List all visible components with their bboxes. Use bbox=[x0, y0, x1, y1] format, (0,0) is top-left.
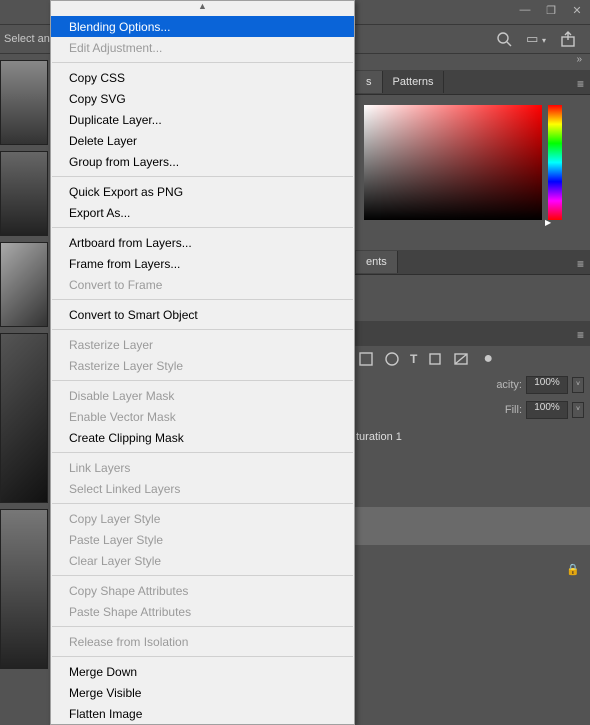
menu-item: Paste Layer Style bbox=[51, 529, 354, 550]
window-controls: — ❐ ✕ bbox=[512, 0, 590, 20]
workspace-switcher-icon[interactable]: ▭ ▾ bbox=[526, 31, 546, 47]
close-button[interactable]: ✕ bbox=[564, 0, 590, 20]
document-thumbnails bbox=[0, 60, 50, 675]
panel-menu-icon[interactable]: ≡ bbox=[577, 328, 584, 342]
options-right-icons: ▭ ▾ bbox=[496, 31, 586, 47]
thumbnail[interactable] bbox=[0, 509, 48, 669]
menu-item: Paste Shape Attributes bbox=[51, 601, 354, 622]
menu-item: Rasterize Layer bbox=[51, 334, 354, 355]
search-icon[interactable] bbox=[496, 31, 512, 47]
layer-filter-row: T ● bbox=[354, 346, 590, 372]
thumbnail[interactable] bbox=[0, 333, 48, 503]
menu-separator bbox=[52, 452, 353, 453]
select-label: Select and bbox=[4, 33, 56, 45]
layer-item[interactable] bbox=[354, 507, 590, 545]
menu-separator bbox=[52, 299, 353, 300]
fill-input[interactable]: 100% bbox=[526, 401, 568, 419]
filter-toggle-icon[interactable]: ● bbox=[483, 350, 493, 368]
fill-dropdown-icon[interactable]: ˅ bbox=[572, 402, 584, 418]
adjustments-body bbox=[354, 275, 590, 305]
menu-item: Copy Layer Style bbox=[51, 508, 354, 529]
menu-item[interactable]: Delete Layer bbox=[51, 130, 354, 151]
menu-item[interactable]: Quick Export as PNG bbox=[51, 181, 354, 202]
maximize-button[interactable]: ❐ bbox=[538, 0, 564, 20]
menu-separator bbox=[52, 656, 353, 657]
menu-separator bbox=[52, 329, 353, 330]
opacity-row: acity: 100% ˅ bbox=[354, 372, 590, 397]
menu-separator bbox=[52, 227, 353, 228]
filter-shape-icon[interactable] bbox=[427, 351, 443, 367]
menu-item: Enable Vector Mask bbox=[51, 406, 354, 427]
menu-item[interactable]: Merge Down bbox=[51, 661, 354, 682]
panels-column: s Patterns ≡ ▶ ents ≡ ≡ T ● acity: 100% … bbox=[354, 70, 590, 583]
opacity-label: acity: bbox=[496, 379, 522, 391]
thumbnail[interactable] bbox=[0, 151, 48, 236]
menu-separator bbox=[52, 626, 353, 627]
menu-item[interactable]: Copy CSS bbox=[51, 67, 354, 88]
menu-item[interactable]: Export As... bbox=[51, 202, 354, 223]
thumbnail[interactable] bbox=[0, 242, 48, 327]
triangle-icon: ▶ bbox=[545, 218, 551, 227]
tab-patterns[interactable]: Patterns bbox=[383, 71, 445, 93]
color-panel-tabs: s Patterns ≡ bbox=[354, 70, 590, 95]
adjustments-panel-tabs: ents ≡ bbox=[354, 250, 590, 275]
menu-separator bbox=[52, 575, 353, 576]
menu-item[interactable]: Blending Options... bbox=[51, 16, 354, 37]
menu-item: Clear Layer Style bbox=[51, 550, 354, 571]
fill-row: Fill: 100% ˅ bbox=[354, 397, 590, 422]
color-picker-area: ▶ bbox=[354, 95, 590, 230]
menu-item[interactable]: Artboard from Layers... bbox=[51, 232, 354, 253]
panel-menu-icon[interactable]: ≡ bbox=[577, 77, 584, 91]
filter-image-icon[interactable] bbox=[358, 351, 374, 367]
layers-panel-tabs: ≡ bbox=[354, 321, 590, 346]
layer-item[interactable]: turation 1 bbox=[354, 422, 590, 452]
menu-item[interactable]: Flatten Image bbox=[51, 703, 354, 724]
menu-separator bbox=[52, 503, 353, 504]
filter-smart-icon[interactable] bbox=[453, 351, 469, 367]
menu-separator bbox=[52, 176, 353, 177]
menu-item[interactable]: Copy SVG bbox=[51, 88, 354, 109]
fill-label: Fill: bbox=[505, 404, 522, 416]
opacity-dropdown-icon[interactable]: ˅ bbox=[572, 377, 584, 393]
color-field[interactable] bbox=[364, 105, 542, 220]
lock-icon[interactable]: 🔒 bbox=[566, 563, 580, 576]
menu-item[interactable]: Group from Layers... bbox=[51, 151, 354, 172]
menu-item[interactable]: Create Clipping Mask bbox=[51, 427, 354, 448]
menu-item: Edit Adjustment... bbox=[51, 37, 354, 58]
menu-item: Copy Shape Attributes bbox=[51, 580, 354, 601]
thumbnail[interactable] bbox=[0, 60, 48, 145]
filter-adjust-icon[interactable] bbox=[384, 351, 400, 367]
tab-adjustments[interactable]: ents bbox=[356, 251, 398, 273]
filter-type-icon[interactable]: T bbox=[410, 352, 417, 366]
opacity-input[interactable]: 100% bbox=[526, 376, 568, 394]
menu-item[interactable]: Frame from Layers... bbox=[51, 253, 354, 274]
menu-item: Convert to Frame bbox=[51, 274, 354, 295]
hue-slider[interactable] bbox=[548, 105, 562, 220]
menu-item[interactable]: Duplicate Layer... bbox=[51, 109, 354, 130]
menu-separator bbox=[52, 380, 353, 381]
share-icon[interactable] bbox=[560, 31, 576, 47]
menu-item[interactable]: Convert to Smart Object bbox=[51, 304, 354, 325]
menu-item: Rasterize Layer Style bbox=[51, 355, 354, 376]
menu-scroll-up-icon[interactable]: ▲ bbox=[51, 1, 354, 16]
menu-item: Link Layers bbox=[51, 457, 354, 478]
tab-swatches[interactable]: s bbox=[356, 71, 383, 93]
menu-item: Release from Isolation bbox=[51, 631, 354, 652]
menu-item: Disable Layer Mask bbox=[51, 385, 354, 406]
layers-panel: T ● acity: 100% ˅ Fill: 100% ˅ turation … bbox=[354, 346, 590, 583]
menu-separator bbox=[52, 62, 353, 63]
minimize-button[interactable]: — bbox=[512, 0, 538, 20]
layer-context-menu: ▲ Blending Options...Edit Adjustment... C… bbox=[50, 0, 355, 725]
layers-footer: 🔒 bbox=[354, 555, 590, 583]
menu-item: Select Linked Layers bbox=[51, 478, 354, 499]
panel-menu-icon[interactable]: ≡ bbox=[577, 257, 584, 271]
